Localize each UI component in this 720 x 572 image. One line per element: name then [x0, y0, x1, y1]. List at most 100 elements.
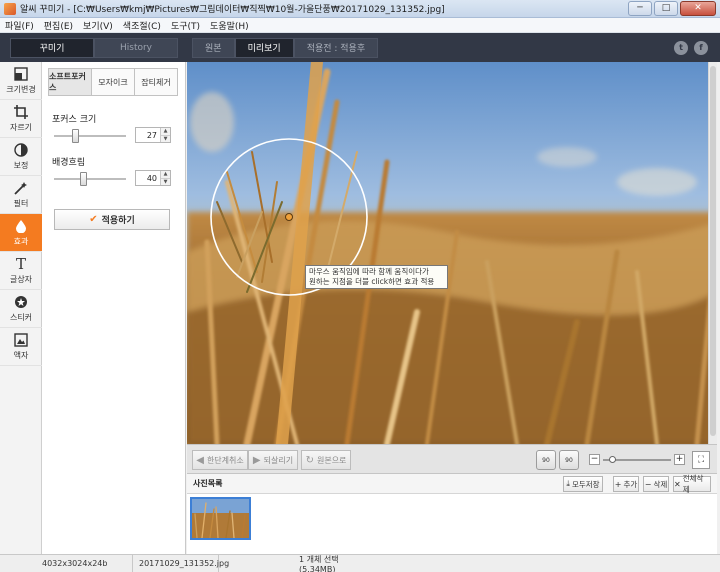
- save-all-label: 모두저장: [571, 479, 600, 489]
- tool-filter[interactable]: 필터: [0, 176, 42, 214]
- background-blur-slider[interactable]: [54, 172, 126, 186]
- zoom-in-button[interactable]: +: [674, 454, 685, 465]
- crop-icon: [13, 104, 29, 120]
- tab-soft-focus[interactable]: 소프트포커스: [49, 69, 92, 95]
- photo-thumbnail[interactable]: [190, 497, 251, 540]
- tool-label: 효과: [13, 237, 29, 246]
- window-title: 알씨 꾸미기 - [C:₩Users₩kmj₩Pictures₩그림데이터₩직찍…: [20, 5, 445, 15]
- zoom-slider[interactable]: [603, 455, 671, 463]
- redo-button[interactable]: ▶ 되살리기: [248, 450, 298, 470]
- preview-scrollbar[interactable]: [708, 62, 717, 444]
- focus-center-handle[interactable]: [285, 213, 293, 221]
- zoom-control: − +: [589, 454, 685, 465]
- apply-button[interactable]: ✔ 적용하기: [54, 209, 170, 230]
- x-icon: ✕: [674, 479, 681, 489]
- focus-size-slider-handle[interactable]: [71, 129, 79, 143]
- selection-info: 1 개체 선택(5.34MB): [299, 554, 339, 572]
- save-all-button[interactable]: ⤓ 모두저장: [563, 476, 603, 492]
- remove-photo-button[interactable]: − 삭제: [643, 476, 669, 492]
- focus-size-spinbox[interactable]: 27 ▲ ▼: [135, 127, 171, 143]
- fit-screen-icon[interactable]: ⛶: [692, 451, 710, 469]
- focus-size-label: 포커스 크기: [52, 115, 97, 125]
- zoom-slider-handle[interactable]: [609, 455, 616, 463]
- check-icon: ✔: [89, 214, 98, 225]
- redo-arrow-icon: ▶: [252, 454, 261, 466]
- twitter-icon[interactable]: t: [674, 40, 688, 55]
- focus-size-value[interactable]: 27: [136, 128, 160, 142]
- tab-history[interactable]: History: [94, 37, 178, 58]
- tooltip-line: 원하는 지점을 더블 click하면 효과 적용: [309, 277, 435, 286]
- rotate-left-icon[interactable]: 90: [536, 450, 556, 470]
- focus-tooltip: 마우스 움직임에 따라 함께 움직이다가 원하는 지점을 더블 click하면 …: [305, 265, 448, 289]
- tool-textbox[interactable]: T 글상자: [0, 252, 42, 290]
- menu-file[interactable]: 파일(F): [0, 19, 39, 32]
- top-toolbar: 꾸미기 History 원본 미리보기 적용전 : 적용후 t f: [0, 33, 720, 62]
- tab-mosaic[interactable]: 모자이크: [92, 69, 135, 95]
- menu-tools[interactable]: 도구(T): [166, 19, 205, 32]
- sticker-icon: [13, 294, 29, 310]
- filter-wand-icon: [13, 180, 29, 196]
- photo-list-header: 사진목록 ⤓ 모두저장 + 추가 − 삭제 ✕ 전체삭제: [187, 474, 717, 494]
- undo-arrow-icon: ◀: [196, 454, 204, 466]
- background-blur-spinbox[interactable]: 40 ▲ ▼: [135, 170, 171, 186]
- revert-original-button[interactable]: ↻ 원본으로: [301, 450, 351, 470]
- app-icon: [4, 2, 16, 15]
- focus-size-slider[interactable]: [54, 129, 126, 143]
- tool-label: 스티커: [9, 313, 33, 322]
- photo-preview[interactable]: [187, 62, 717, 444]
- scrollbar-thumb[interactable]: [710, 66, 716, 436]
- background-blur-label: 배경흐림: [52, 158, 86, 168]
- photo-canvas[interactable]: [187, 62, 717, 444]
- photo-list: [187, 494, 717, 554]
- rotate-right-icon[interactable]: 90: [559, 450, 579, 470]
- background-blur-slider-handle[interactable]: [80, 172, 87, 186]
- image-dimensions: 4032x3024x24b: [0, 554, 133, 572]
- resize-icon: [13, 66, 29, 82]
- minus-icon: −: [644, 479, 652, 489]
- menu-help[interactable]: 도움말(H): [205, 19, 254, 32]
- tooltip-line: 마우스 움직임에 따라 함께 움직이다가: [309, 267, 429, 276]
- background-blur-value[interactable]: 40: [136, 171, 160, 185]
- tool-label: 크기변경: [6, 85, 36, 94]
- tool-resize[interactable]: 크기변경: [0, 62, 42, 100]
- photo-list-title: 사진목록: [193, 479, 223, 488]
- spin-down-icon[interactable]: ▼: [161, 134, 170, 142]
- remove-all-button[interactable]: ✕ 전체삭제: [673, 474, 711, 494]
- facebook-icon[interactable]: f: [694, 40, 708, 55]
- tool-frame[interactable]: 액자: [0, 328, 42, 366]
- tool-sticker[interactable]: 스티커: [0, 290, 42, 328]
- tool-adjust[interactable]: 보정: [0, 138, 42, 176]
- tool-label: 필터: [13, 199, 29, 208]
- save-icon: ⤓: [566, 479, 570, 488]
- menu-color[interactable]: 색조절(C): [118, 19, 166, 32]
- remove-label: 삭제: [653, 479, 668, 489]
- remove-all-label: 전체삭제: [682, 474, 704, 494]
- menu-bar: 파일(F) 편집(E) 보기(V) 색조절(C) 도구(T) 도움말(H): [0, 18, 720, 33]
- maximize-button[interactable]: □: [654, 0, 678, 16]
- tool-sidebar: 크기변경 자르기 보정 필터 효과 T 글상자 스티커 액자: [0, 62, 42, 554]
- redo-label: 되살리기: [263, 455, 294, 465]
- status-filename: 20171029_131352.jpg: [133, 554, 229, 572]
- view-preview-tab[interactable]: 미리보기: [234, 37, 294, 58]
- tool-effect[interactable]: 효과: [0, 214, 42, 252]
- add-photo-button[interactable]: + 추가: [613, 476, 639, 492]
- undo-button[interactable]: ◀ 한단계취소: [192, 450, 248, 470]
- plus-icon: +: [614, 479, 622, 489]
- tool-crop[interactable]: 자르기: [0, 100, 42, 138]
- menu-edit[interactable]: 편집(E): [39, 19, 78, 32]
- tab-blemish-removal[interactable]: 잡티제거: [135, 69, 177, 95]
- view-original-tab[interactable]: 원본: [192, 37, 235, 58]
- menu-view[interactable]: 보기(V): [78, 19, 118, 32]
- zoom-out-button[interactable]: −: [589, 454, 600, 465]
- effect-panel: 소프트포커스 모자이크 잡티제거 포커스 크기 27 ▲ ▼ 배경흐림 40 ▲ ▼…: [42, 62, 186, 554]
- tab-decorate[interactable]: 꾸미기: [10, 37, 94, 58]
- minimize-button[interactable]: ─: [628, 0, 652, 16]
- window-title-bar: 알씨 꾸미기 - [C:₩Users₩kmj₩Pictures₩그림데이터₩직찍…: [0, 0, 720, 18]
- frame-icon: [13, 332, 29, 348]
- view-compare-tab[interactable]: 적용전 : 적용후: [293, 37, 379, 58]
- tool-label: 액자: [13, 351, 29, 360]
- close-button[interactable]: ✕: [680, 0, 716, 16]
- edit-toolbar: ◀ 한단계취소 ▶ 되살리기 ↻ 원본으로 90 90 − + ⛶: [187, 444, 717, 474]
- spin-down-icon[interactable]: ▼: [161, 177, 170, 185]
- undo-label: 한단계취소: [206, 455, 244, 465]
